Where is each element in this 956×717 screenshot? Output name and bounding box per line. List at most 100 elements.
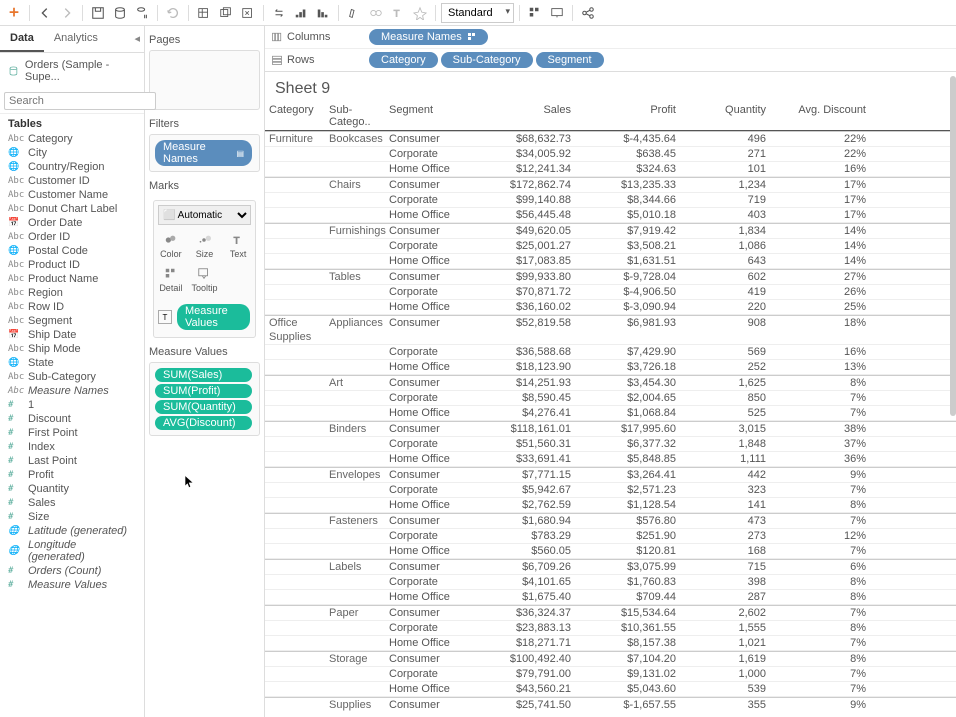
table-row[interactable]: TablesConsumer$99,933.80$-9,728.0460227% <box>265 269 956 285</box>
row-pill[interactable]: Sub-Category <box>441 52 533 68</box>
back-icon[interactable] <box>35 3 55 23</box>
field-measure-values[interactable]: #Measure Values <box>0 578 144 592</box>
table-row[interactable]: ChairsConsumer$172,862.74$13,235.331,234… <box>265 177 956 193</box>
field-product-id[interactable]: AbcProduct ID <box>0 258 144 272</box>
field-quantity[interactable]: #Quantity <box>0 482 144 496</box>
field-donut-chart-label[interactable]: AbcDonut Chart Label <box>0 202 144 216</box>
table-row[interactable]: FurnitureBookcasesConsumer$68,632.73$-4,… <box>265 131 956 147</box>
field-order-date[interactable]: 📅Order Date <box>0 216 144 230</box>
search-input[interactable] <box>4 92 156 110</box>
table-row[interactable]: FastenersConsumer$1,680.94$576.804737% <box>265 513 956 529</box>
table-row[interactable]: Corporate$4,101.65$1,760.833988% <box>265 575 956 590</box>
field-index[interactable]: #Index <box>0 440 144 454</box>
table-row[interactable]: LabelsConsumer$6,709.26$3,075.997156% <box>265 559 956 575</box>
marks-text[interactable]: TText <box>221 229 255 263</box>
highlight-icon[interactable] <box>344 3 364 23</box>
field-row-id[interactable]: AbcRow ID <box>0 300 144 314</box>
totals-icon[interactable]: T <box>388 3 408 23</box>
group-icon[interactable] <box>366 3 386 23</box>
marks-size[interactable]: Size <box>188 229 222 263</box>
new-data-icon[interactable] <box>110 3 130 23</box>
table-row[interactable]: Corporate$79,791.00$9,131.021,0007% <box>265 667 956 682</box>
row-pill[interactable]: Category <box>369 52 438 68</box>
table-row[interactable]: Home Office$17,083.85$1,631.5164314% <box>265 254 956 269</box>
table-row[interactable]: Home Office$1,675.40$709.442878% <box>265 590 956 605</box>
field-customer-name[interactable]: AbcCustomer Name <box>0 188 144 202</box>
mv-pill[interactable]: SUM(Profit) <box>155 384 252 398</box>
mv-pill[interactable]: SUM(Quantity) <box>155 400 252 414</box>
field-discount[interactable]: #Discount <box>0 412 144 426</box>
field-segment[interactable]: AbcSegment <box>0 314 144 328</box>
undo-icon[interactable] <box>163 3 183 23</box>
filter-pill-measure-names[interactable]: Measure Names▤ <box>155 140 252 166</box>
table-row[interactable]: Corporate$34,005.92$638.4527122% <box>265 147 956 162</box>
table-row[interactable]: Home Office$2,762.59$1,128.541418% <box>265 498 956 513</box>
marks-pill-measure-values[interactable]: Measure Values <box>177 304 250 330</box>
field-first-point[interactable]: #First Point <box>0 426 144 440</box>
show-labels-icon[interactable] <box>410 3 430 23</box>
field-sales[interactable]: #Sales <box>0 496 144 510</box>
table-row[interactable]: EnvelopesConsumer$7,771.15$3,264.414429% <box>265 467 956 483</box>
table-row[interactable]: Home Office$12,241.34$324.6310116% <box>265 162 956 177</box>
table-row[interactable]: BindersConsumer$118,161.01$17,995.603,01… <box>265 421 956 437</box>
show-me-icon[interactable] <box>525 3 545 23</box>
table-row[interactable]: Corporate$51,560.31$6,377.321,84837% <box>265 437 956 452</box>
field-1[interactable]: #1 <box>0 398 144 412</box>
tableau-logo-icon[interactable] <box>4 3 24 23</box>
table-row[interactable]: SuppliesConsumer$25,741.50$-1,657.553559… <box>265 697 956 711</box>
pages-shelf[interactable] <box>149 50 260 110</box>
field-state[interactable]: 🌐State <box>0 356 144 370</box>
clear-icon[interactable] <box>238 3 258 23</box>
new-worksheet-icon[interactable] <box>194 3 214 23</box>
sort-desc-icon[interactable] <box>313 3 333 23</box>
fit-select[interactable]: Standard <box>441 3 514 23</box>
table-row[interactable]: Home Office$33,691.41$5,848.851,11136% <box>265 452 956 467</box>
presentation-icon[interactable] <box>547 3 567 23</box>
table-row[interactable]: FurnishingsConsumer$49,620.05$7,919.421,… <box>265 223 956 239</box>
field-orders-count-[interactable]: #Orders (Count) <box>0 564 144 578</box>
scrollbar[interactable] <box>950 76 956 416</box>
field-postal-code[interactable]: 🌐Postal Code <box>0 244 144 258</box>
marks-color[interactable]: Color <box>154 229 188 263</box>
table-row[interactable]: Home Office$18,123.90$3,726.1825213% <box>265 360 956 375</box>
table-row[interactable]: StorageConsumer$100,492.40$7,104.201,619… <box>265 651 956 667</box>
filters-shelf[interactable]: Measure Names▤ <box>149 134 260 172</box>
field-category[interactable]: AbcCategory <box>0 132 144 146</box>
table-row[interactable]: Corporate$5,942.67$2,571.233237% <box>265 483 956 498</box>
field-ship-date[interactable]: 📅Ship Date <box>0 328 144 342</box>
field-size[interactable]: #Size <box>0 510 144 524</box>
mv-pill[interactable]: AVG(Discount) <box>155 416 252 430</box>
table-row[interactable]: Corporate$70,871.72$-4,906.5041926% <box>265 285 956 300</box>
table-row[interactable]: PaperConsumer$36,324.37$15,534.642,6027% <box>265 605 956 621</box>
field-last-point[interactable]: #Last Point <box>0 454 144 468</box>
field-profit[interactable]: #Profit <box>0 468 144 482</box>
measure-values-shelf[interactable]: SUM(Sales) SUM(Profit) SUM(Quantity) AVG(Di… <box>149 362 260 436</box>
swap-icon[interactable] <box>269 3 289 23</box>
table-row[interactable]: Home Office$4,276.41$1,068.845257% <box>265 406 956 421</box>
field-order-id[interactable]: AbcOrder ID <box>0 230 144 244</box>
marks-detail[interactable]: Detail <box>154 263 188 297</box>
field-measure-names[interactable]: AbcMeasure Names <box>0 384 144 398</box>
field-country-region[interactable]: 🌐Country/Region <box>0 160 144 174</box>
sort-asc-icon[interactable] <box>291 3 311 23</box>
marks-tooltip[interactable]: Tooltip <box>188 263 222 297</box>
field-customer-id[interactable]: AbcCustomer ID <box>0 174 144 188</box>
forward-icon[interactable] <box>57 3 77 23</box>
crosstab-body[interactable]: FurnitureBookcasesConsumer$68,632.73$-4,… <box>265 131 956 711</box>
columns-shelf[interactable]: Measure Names <box>369 29 950 45</box>
field-city[interactable]: 🌐City <box>0 146 144 160</box>
table-row[interactable]: Corporate$23,883.13$10,361.551,5558% <box>265 621 956 636</box>
table-row[interactable]: Corporate$8,590.45$2,004.658507% <box>265 391 956 406</box>
field-longitude-generated-[interactable]: 🌐Longitude (generated) <box>0 538 144 564</box>
data-tab[interactable]: Data <box>0 26 44 52</box>
analytics-tab[interactable]: Analytics <box>44 26 108 52</box>
collapse-icon[interactable]: ◂ <box>130 26 144 52</box>
mv-pill[interactable]: SUM(Sales) <box>155 368 252 382</box>
row-pill[interactable]: Segment <box>536 52 604 68</box>
field-sub-category[interactable]: AbcSub-Category <box>0 370 144 384</box>
field-ship-mode[interactable]: AbcShip Mode <box>0 342 144 356</box>
duplicate-icon[interactable] <box>216 3 236 23</box>
table-row[interactable]: ArtConsumer$14,251.93$3,454.301,6258% <box>265 375 956 391</box>
table-row[interactable]: Home Office$56,445.48$5,010.1840317% <box>265 208 956 223</box>
rows-shelf[interactable]: CategorySub-CategorySegment <box>369 52 950 68</box>
